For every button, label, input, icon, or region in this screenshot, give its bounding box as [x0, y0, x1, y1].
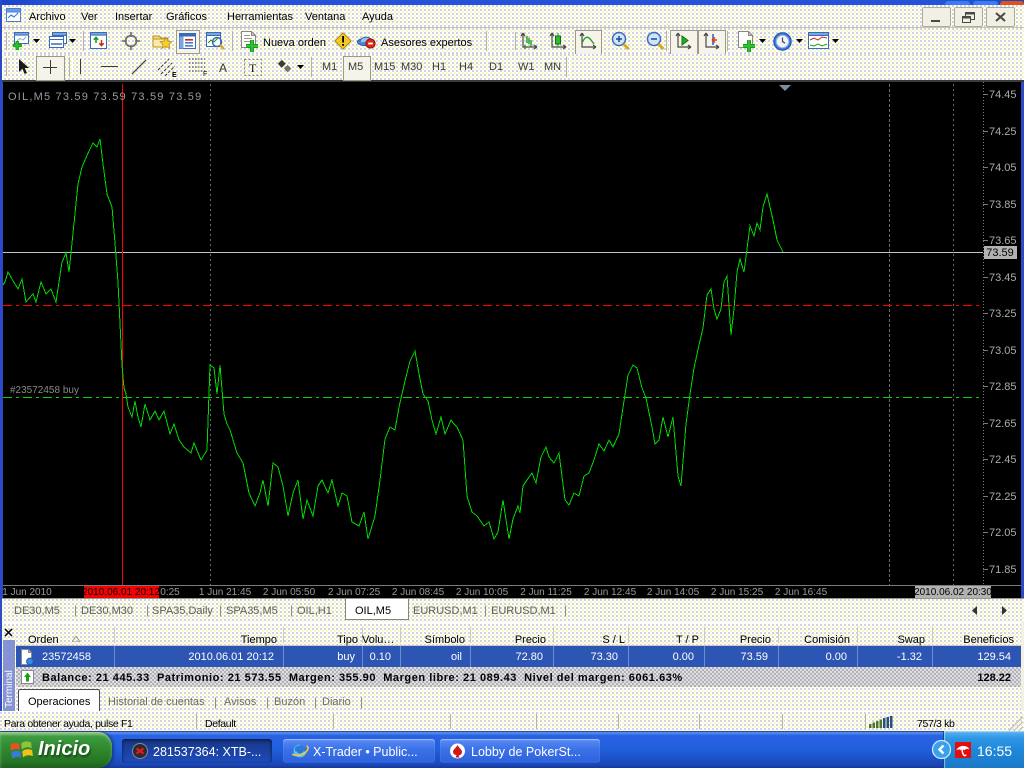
svg-text:73.65: 73.65	[989, 235, 1017, 247]
svg-text:F: F	[203, 71, 207, 77]
svg-text:72.25: 72.25	[989, 491, 1017, 503]
svg-text:2 Jun 11:25: 2 Jun 11:25	[520, 587, 572, 598]
svg-text:72.05: 72.05	[989, 527, 1017, 539]
svg-text:1 Jun 2010: 1 Jun 2010	[2, 587, 52, 598]
svg-text:2 Jun 05:50: 2 Jun 05:50	[263, 587, 316, 598]
svg-text:T: T	[249, 61, 257, 75]
svg-text:0:25: 0:25	[160, 587, 180, 598]
svg-text:73.25: 73.25	[989, 308, 1017, 320]
svg-text:73.85: 73.85	[989, 199, 1017, 211]
svg-text:2 Jun 08:45: 2 Jun 08:45	[392, 587, 445, 598]
svg-text:72.45: 72.45	[989, 454, 1017, 466]
svg-text:2 Jun 12:45: 2 Jun 12:45	[584, 587, 637, 598]
svg-text:72.85: 72.85	[989, 381, 1017, 393]
svg-text:1 Jun 21:45: 1 Jun 21:45	[199, 587, 252, 598]
svg-text:E: E	[172, 72, 177, 78]
svg-text:OIL,M5 73.59 73.59 73.59 73.5: OIL,M5 73.59 73.59 73.59 73.59	[8, 91, 202, 103]
svg-text:2 Jun 10:05: 2 Jun 10:05	[456, 587, 509, 598]
svg-text:74.05: 74.05	[989, 162, 1017, 174]
svg-text:72.65: 72.65	[989, 418, 1017, 430]
svg-text:2 Jun 14:05: 2 Jun 14:05	[647, 587, 700, 598]
svg-text:2010.06.02 20:30: 2010.06.02 20:30	[914, 587, 992, 598]
svg-text:2 Jun 16:45: 2 Jun 16:45	[775, 587, 828, 598]
svg-text:73.05: 73.05	[989, 345, 1017, 357]
svg-text:73.59: 73.59	[986, 247, 1014, 259]
svg-text:74.25: 74.25	[989, 126, 1017, 138]
svg-text:71.85: 71.85	[989, 564, 1017, 576]
svg-text:#23572458 buy: #23572458 buy	[10, 385, 79, 396]
svg-text:73.45: 73.45	[989, 272, 1017, 284]
svg-text:74.45: 74.45	[989, 89, 1017, 101]
svg-text:2 Jun 07:25: 2 Jun 07:25	[328, 587, 381, 598]
svg-text:2010.06.01 20:12: 2010.06.01 20:12	[82, 587, 160, 598]
svg-text:2 Jun 15:25: 2 Jun 15:25	[711, 587, 764, 598]
